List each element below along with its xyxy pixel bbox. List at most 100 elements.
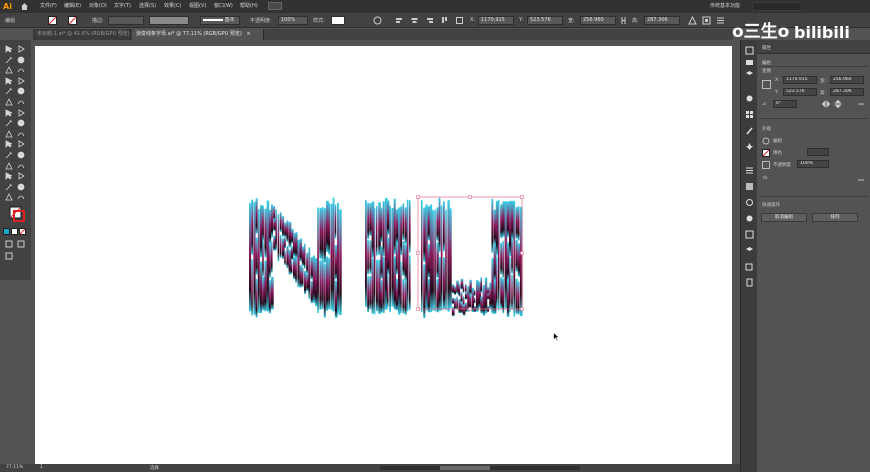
transparency-icon[interactable] bbox=[745, 198, 754, 207]
color-icon[interactable] bbox=[745, 94, 754, 103]
selection-handle[interactable] bbox=[520, 195, 524, 199]
fill-swatch[interactable] bbox=[762, 149, 770, 157]
align-top-icon[interactable] bbox=[440, 16, 449, 25]
links-icon[interactable] bbox=[745, 278, 754, 287]
flip-vertical-icon[interactable] bbox=[834, 99, 842, 109]
fill-stroke-swatch[interactable] bbox=[9, 206, 25, 222]
gradient-icon[interactable] bbox=[745, 182, 754, 191]
recolor-icon[interactable] bbox=[373, 16, 382, 25]
perspective-icon[interactable] bbox=[17, 140, 26, 149]
isolate-icon[interactable] bbox=[702, 16, 711, 25]
screen-mode-icon[interactable] bbox=[17, 240, 26, 248]
swatches-icon[interactable] bbox=[745, 110, 754, 119]
scale-icon[interactable] bbox=[17, 119, 26, 127]
width-field[interactable]: 256.960 bbox=[830, 76, 864, 84]
artboard-tool-icon[interactable] bbox=[5, 183, 14, 191]
constrain-proportions-icon[interactable] bbox=[619, 16, 628, 25]
none-mode-icon[interactable] bbox=[19, 228, 26, 235]
stroke-panel-icon[interactable] bbox=[745, 166, 754, 175]
menu-view[interactable]: 视图(V) bbox=[189, 2, 206, 11]
edit-toolbar-icon[interactable] bbox=[5, 252, 14, 260]
zoom-tool-icon[interactable] bbox=[17, 193, 26, 201]
hand-tool-icon[interactable] bbox=[5, 193, 14, 201]
graphic-style-swatch[interactable] bbox=[331, 16, 345, 25]
graph-tool-icon[interactable] bbox=[17, 172, 26, 180]
selection-handle[interactable] bbox=[416, 307, 420, 311]
menu-type[interactable]: 文字(T) bbox=[114, 2, 131, 11]
brushes-icon[interactable] bbox=[745, 126, 754, 135]
direct-selection-tool-icon[interactable] bbox=[17, 45, 26, 53]
width-field[interactable]: 256.960 bbox=[580, 16, 616, 25]
flip-horizontal-icon[interactable] bbox=[821, 100, 831, 108]
gradient-tool-icon[interactable] bbox=[17, 151, 26, 159]
graphic-styles-icon[interactable] bbox=[745, 230, 754, 239]
tab-gradient-letters[interactable]: 渐变线条字母.ai* @ 77.11% (RGB/GPU 预览) × bbox=[132, 29, 264, 40]
libraries-icon[interactable] bbox=[745, 58, 754, 67]
curvature-icon[interactable] bbox=[17, 66, 26, 74]
lasso-icon[interactable] bbox=[17, 56, 26, 64]
rectangle-tool-icon[interactable] bbox=[5, 87, 14, 95]
reference-point-icon[interactable] bbox=[762, 80, 771, 89]
magic-wand-icon[interactable] bbox=[5, 56, 14, 64]
slice-icon[interactable] bbox=[17, 183, 26, 191]
line-tool-icon[interactable] bbox=[17, 77, 26, 85]
mesh-icon[interactable] bbox=[5, 151, 14, 159]
transform-icon[interactable] bbox=[455, 16, 464, 25]
align-center-icon[interactable] bbox=[410, 16, 419, 25]
menu-edit[interactable]: 编辑(E) bbox=[64, 2, 81, 11]
selection-tool-icon[interactable] bbox=[5, 45, 14, 53]
shape-icon[interactable] bbox=[688, 15, 697, 25]
selection-handle[interactable] bbox=[468, 195, 472, 199]
align-right-icon[interactable] bbox=[425, 16, 434, 25]
panel-menu-icon[interactable] bbox=[716, 16, 725, 25]
opacity-field[interactable]: 100% bbox=[797, 160, 829, 168]
horizontal-scrollbar[interactable] bbox=[380, 466, 580, 470]
width-tool-icon[interactable] bbox=[5, 129, 14, 138]
export-icon[interactable] bbox=[745, 262, 754, 271]
brush-definition-select[interactable]: 基本 bbox=[200, 16, 240, 25]
opacity-field[interactable]: 100% bbox=[278, 16, 308, 25]
arrange-button[interactable]: 排列 bbox=[812, 213, 858, 222]
draw-mode-icon[interactable] bbox=[5, 240, 14, 248]
blend-icon[interactable] bbox=[17, 162, 26, 170]
fill-swatch[interactable] bbox=[48, 16, 57, 25]
menu-select[interactable]: 选择(S) bbox=[139, 2, 156, 11]
x-field[interactable]: 1170.915 bbox=[783, 76, 817, 84]
zoom-level[interactable]: 77.11% bbox=[6, 465, 23, 470]
fx-icon[interactable]: fx. bbox=[763, 176, 769, 181]
more-options-icon[interactable] bbox=[857, 176, 865, 184]
x-field[interactable]: 1170.915 bbox=[478, 16, 514, 25]
color-mode-icon[interactable] bbox=[3, 228, 10, 235]
height-field[interactable]: 287.306 bbox=[644, 16, 680, 25]
artboards-icon[interactable] bbox=[745, 246, 754, 255]
eyedropper-icon[interactable] bbox=[5, 161, 14, 170]
symbols-icon[interactable] bbox=[745, 142, 754, 151]
ungroup-button[interactable]: 取消编组 bbox=[761, 213, 807, 222]
shaper-icon[interactable] bbox=[5, 98, 14, 106]
angle-field[interactable]: 0° bbox=[773, 100, 797, 108]
tab-untitled-1[interactable]: 未标题-1.ai* @ 41.6% (RGB/GPU 预览) × bbox=[33, 29, 138, 40]
stroke-swatch[interactable] bbox=[68, 16, 77, 25]
shape-builder-icon[interactable] bbox=[5, 140, 14, 149]
align-left-icon[interactable] bbox=[395, 16, 404, 25]
workspace-switcher[interactable]: 传统基本功能 bbox=[710, 1, 750, 11]
variable-width-profile[interactable] bbox=[149, 16, 189, 25]
y-field[interactable]: 523.576 bbox=[527, 16, 563, 25]
menu-window[interactable]: 窗口(W) bbox=[214, 2, 233, 11]
eraser-icon[interactable] bbox=[5, 108, 14, 117]
stroke-weight-field[interactable] bbox=[108, 16, 144, 25]
selection-handle[interactable] bbox=[416, 251, 420, 255]
appearance-icon[interactable] bbox=[745, 214, 754, 223]
rotate-icon[interactable] bbox=[5, 119, 14, 127]
artboard[interactable] bbox=[35, 46, 732, 464]
close-icon[interactable]: × bbox=[246, 31, 250, 37]
paintbrush-icon[interactable] bbox=[17, 87, 26, 95]
type-tool-icon[interactable] bbox=[5, 77, 14, 85]
selection-handle[interactable] bbox=[520, 251, 524, 255]
artwork[interactable] bbox=[35, 46, 732, 464]
layers-icon[interactable] bbox=[745, 70, 754, 79]
selection-handle[interactable] bbox=[416, 195, 420, 199]
pencil-icon[interactable] bbox=[17, 98, 26, 106]
search-input[interactable] bbox=[752, 2, 802, 11]
menu-effect[interactable]: 效果(C) bbox=[164, 2, 181, 11]
